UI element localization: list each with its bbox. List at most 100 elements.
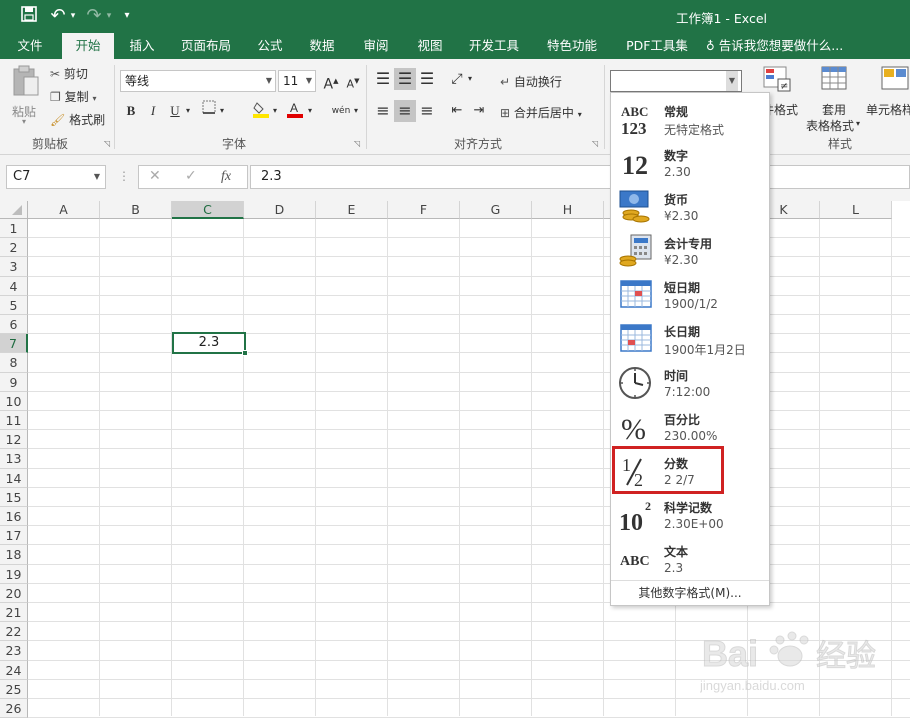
format-item-7[interactable]: % 百分比 230.00%: [611, 405, 769, 449]
phonetic-dropdown-icon[interactable]: ▾: [354, 106, 358, 115]
column-header-c[interactable]: C: [172, 201, 244, 219]
tell-me-box[interactable]: ♁ 告诉我您想要做什么...: [706, 33, 856, 59]
undo-button[interactable]: ↶: [48, 6, 68, 26]
column-header-a[interactable]: A: [28, 201, 100, 219]
select-all-corner[interactable]: [0, 201, 28, 219]
tab-pdf-tools[interactable]: PDF工具集: [618, 33, 696, 59]
borders-dropdown-icon[interactable]: ▾: [220, 106, 224, 115]
row-header-9[interactable]: 9: [0, 372, 28, 392]
formula-input[interactable]: 2.3: [250, 165, 910, 189]
row-header-7[interactable]: 7: [0, 334, 28, 354]
row-header-17[interactable]: 17: [0, 526, 28, 546]
row-header-24[interactable]: 24: [0, 660, 28, 680]
fill-dropdown-icon[interactable]: ▾: [273, 106, 277, 115]
decrease-indent-button[interactable]: ⇤: [446, 100, 468, 122]
row-header-22[interactable]: 22: [0, 622, 28, 642]
tab-insert[interactable]: 插入: [120, 33, 164, 59]
format-item-3[interactable]: 会计专用 ¥2.30: [611, 229, 769, 273]
format-item-1[interactable]: 12 数字 2.30: [611, 141, 769, 185]
tab-data[interactable]: 数据: [302, 33, 342, 59]
cell-styles-button[interactable]: 单元格样: [866, 65, 910, 131]
font-name-select[interactable]: 等线 ▼: [120, 70, 276, 92]
row-header-13[interactable]: 13: [0, 449, 28, 469]
format-item-2[interactable]: 货币 ¥2.30: [611, 185, 769, 229]
increase-indent-button[interactable]: ⇥: [468, 100, 490, 122]
row-header-15[interactable]: 15: [0, 487, 28, 507]
fill-color-button[interactable]: [250, 100, 272, 122]
alignment-launcher-icon[interactable]: ◹: [592, 139, 598, 148]
align-right-button[interactable]: ≡: [416, 100, 438, 122]
shrink-font-button[interactable]: A▼: [342, 70, 364, 92]
format-painter-button[interactable]: 🖌 格式刷: [50, 111, 105, 128]
more-number-formats[interactable]: 其他数字格式(M)...: [611, 580, 769, 604]
row-header-4[interactable]: 4: [0, 276, 28, 296]
column-header-g[interactable]: G: [460, 201, 532, 219]
tab-file[interactable]: 文件: [8, 33, 52, 59]
format-item-4[interactable]: 短日期 1900/1/2: [611, 273, 769, 317]
row-header-12[interactable]: 12: [0, 430, 28, 450]
row-header-10[interactable]: 10: [0, 391, 28, 411]
font-color-dropdown-icon[interactable]: ▾: [308, 106, 312, 115]
row-header-20[interactable]: 20: [0, 583, 28, 603]
tab-view[interactable]: 视图: [410, 33, 450, 59]
row-header-23[interactable]: 23: [0, 641, 28, 661]
column-header-l[interactable]: L: [820, 201, 892, 219]
undo-dropdown-icon[interactable]: ▾: [68, 6, 78, 26]
format-item-0[interactable]: ABC 123 常规 无特定格式: [611, 97, 769, 141]
font-launcher-icon[interactable]: ◹: [354, 139, 360, 148]
tab-formulas[interactable]: 公式: [250, 33, 290, 59]
cut-button[interactable]: ✂ 剪切: [50, 65, 88, 82]
paste-button[interactable]: 粘贴 ▾: [8, 65, 44, 127]
font-color-button[interactable]: A: [284, 100, 306, 122]
column-header-f[interactable]: F: [388, 201, 460, 219]
row-header-11[interactable]: 11: [0, 411, 28, 431]
redo-dropdown-icon[interactable]: ▾: [104, 6, 114, 26]
font-size-select[interactable]: 11 ▼: [278, 70, 316, 92]
row-header-14[interactable]: 14: [0, 468, 28, 488]
column-header-h[interactable]: H: [532, 201, 604, 219]
grow-font-button[interactable]: A▲: [320, 70, 342, 93]
orientation-button[interactable]: ⤢: [446, 68, 468, 90]
clipboard-launcher-icon[interactable]: ◹: [104, 139, 110, 148]
align-left-button[interactable]: ≡: [372, 100, 394, 122]
bold-button[interactable]: B: [120, 100, 142, 122]
active-cell-c7[interactable]: 2.3: [172, 332, 248, 356]
tab-page-layout[interactable]: 页面布局: [172, 33, 240, 59]
tab-home[interactable]: 开始: [62, 33, 114, 59]
format-item-6[interactable]: 时间 7:12:00: [611, 361, 769, 405]
row-header-5[interactable]: 5: [0, 295, 28, 315]
save-icon[interactable]: [18, 6, 40, 27]
name-box[interactable]: C7 ▼: [6, 165, 106, 189]
align-bottom-button[interactable]: ☰: [416, 68, 438, 90]
row-header-2[interactable]: 2: [0, 238, 28, 258]
redo-button[interactable]: ↷: [84, 6, 104, 26]
row-header-26[interactable]: 26: [0, 699, 28, 718]
tab-review[interactable]: 审阅: [356, 33, 396, 59]
tab-special[interactable]: 特色功能: [540, 33, 604, 59]
phonetic-button[interactable]: wén: [328, 100, 354, 122]
enter-icon[interactable]: ✓: [185, 168, 197, 184]
align-top-button[interactable]: ☰: [372, 68, 394, 90]
row-header-1[interactable]: 1: [0, 219, 28, 239]
column-header-b[interactable]: B: [100, 201, 172, 219]
tab-developer[interactable]: 开发工具: [462, 33, 526, 59]
underline-dropdown-icon[interactable]: ▾: [186, 106, 190, 115]
italic-button[interactable]: I: [142, 100, 164, 122]
row-header-6[interactable]: 6: [0, 315, 28, 335]
customize-qa-icon[interactable]: ▾: [120, 6, 134, 26]
align-center-button[interactable]: ≡: [394, 100, 416, 122]
wrap-text-button[interactable]: ↵ 自动换行: [500, 73, 562, 90]
row-header-25[interactable]: 25: [0, 679, 28, 699]
row-header-3[interactable]: 3: [0, 257, 28, 277]
merge-center-button[interactable]: ⊞ 合并后居中 ▾: [500, 104, 582, 121]
column-header-e[interactable]: E: [316, 201, 388, 219]
insert-function-icon[interactable]: fx: [221, 169, 231, 185]
row-header-16[interactable]: 16: [0, 507, 28, 527]
row-header-8[interactable]: 8: [0, 353, 28, 373]
row-header-21[interactable]: 21: [0, 603, 28, 623]
copy-button[interactable]: ❐ 复制 ▾: [50, 88, 96, 105]
row-header-18[interactable]: 18: [0, 545, 28, 565]
borders-button[interactable]: [198, 100, 220, 122]
align-middle-button[interactable]: ☰: [394, 68, 416, 90]
column-header-d[interactable]: D: [244, 201, 316, 219]
